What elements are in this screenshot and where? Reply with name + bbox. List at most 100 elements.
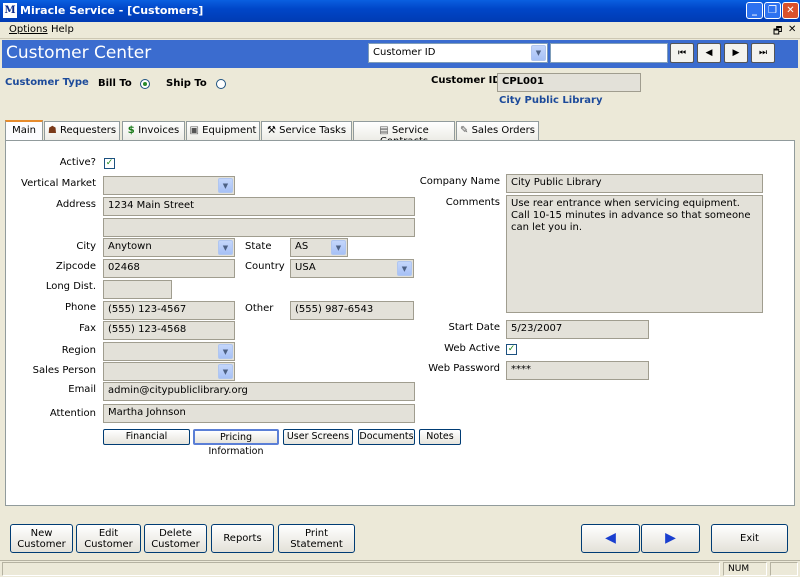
start-date-field[interactable]: 5/23/2007 bbox=[506, 320, 649, 339]
user-screens-button[interactable]: User Screens bbox=[283, 429, 353, 445]
tab-label: Main bbox=[12, 125, 36, 136]
tab-equipment[interactable]: ▣ Equipment bbox=[186, 121, 260, 141]
phone-field[interactable]: (555) 123-4567 bbox=[103, 301, 235, 320]
attention-field[interactable]: Martha Johnson bbox=[103, 404, 415, 423]
ship-to-label: Ship To bbox=[166, 78, 207, 89]
next-record-button[interactable]: ▶ bbox=[724, 43, 748, 63]
address2-field[interactable] bbox=[103, 218, 415, 237]
web-password-label: Web Password bbox=[428, 363, 500, 374]
financial-button[interactable]: Financial bbox=[103, 429, 190, 445]
web-password-field[interactable]: **** bbox=[506, 361, 649, 380]
tab-service-contracts[interactable]: ▤ Service Contracts bbox=[353, 121, 455, 147]
long-dist-field[interactable] bbox=[103, 280, 172, 299]
last-record-button[interactable]: ⏭ bbox=[751, 43, 775, 63]
comments-textarea[interactable]: Use rear entrance when servicing equipme… bbox=[506, 195, 763, 313]
tab-label: Service Tasks bbox=[279, 125, 347, 136]
edit-customer-button[interactable]: Edit Customer bbox=[76, 524, 141, 553]
search-field-select[interactable]: Customer ID ▼ bbox=[368, 43, 548, 63]
menu-bar: Options Help 🗗 ✕ bbox=[0, 22, 800, 39]
tab-label: Requesters bbox=[60, 125, 117, 136]
mdi-close-icon[interactable]: ✕ bbox=[788, 24, 796, 35]
company-name-field[interactable]: City Public Library bbox=[506, 174, 763, 193]
bill-to-label: Bill To bbox=[98, 78, 132, 89]
close-button[interactable]: ✕ bbox=[782, 2, 799, 19]
country-select[interactable]: USA ▼ bbox=[290, 259, 414, 278]
forward-arrow-button[interactable]: ▶ bbox=[641, 524, 700, 553]
contract-icon: ▤ bbox=[379, 125, 392, 136]
country-label: Country bbox=[245, 261, 285, 272]
chevron-down-icon[interactable]: ▼ bbox=[218, 364, 233, 379]
tab-label: Equipment bbox=[202, 125, 257, 136]
customer-id-field[interactable]: CPL001 bbox=[497, 73, 641, 92]
chevron-down-icon[interactable]: ▼ bbox=[531, 45, 546, 61]
long-dist-label: Long Dist. bbox=[45, 281, 96, 292]
previous-record-button[interactable]: ◀ bbox=[697, 43, 721, 63]
vertical-market-label: Vertical Market bbox=[21, 178, 96, 189]
pricing-information-button[interactable]: Pricing Information bbox=[193, 429, 279, 457]
tab-sales-orders[interactable]: ✎ Sales Orders bbox=[456, 121, 539, 141]
chevron-down-icon[interactable]: ▼ bbox=[331, 240, 346, 255]
equipment-icon: ▣ bbox=[189, 125, 203, 136]
tab-invoices[interactable]: $ Invoices bbox=[122, 121, 185, 141]
company-name-label: Company Name bbox=[419, 176, 500, 187]
ship-to-radio[interactable] bbox=[216, 79, 226, 89]
chevron-down-icon[interactable]: ▼ bbox=[397, 261, 412, 276]
tab-label: Invoices bbox=[138, 125, 180, 136]
customer-id-label: Customer ID bbox=[431, 75, 501, 86]
arrow-left-icon: ◀ bbox=[605, 530, 616, 546]
address1-field[interactable]: 1234 Main Street bbox=[103, 197, 415, 216]
chevron-down-icon[interactable]: ▼ bbox=[218, 178, 233, 193]
num-lock-indicator: NUM bbox=[723, 562, 767, 576]
address-label: Address bbox=[56, 199, 96, 210]
region-select[interactable]: ▼ bbox=[103, 342, 235, 361]
restore-button[interactable]: ❐ bbox=[764, 2, 781, 19]
zip-field[interactable]: 02468 bbox=[103, 259, 235, 278]
first-record-button[interactable]: ⏮ bbox=[670, 43, 694, 63]
tab-label: Sales Orders bbox=[471, 125, 535, 136]
menu-help[interactable]: Help bbox=[51, 24, 74, 35]
start-date-label: Start Date bbox=[448, 322, 500, 333]
bill-to-radio[interactable] bbox=[140, 79, 150, 89]
menu-options[interactable]: Options bbox=[9, 24, 48, 35]
header-bar: Customer Center Customer ID ▼ ⏮ ◀ ▶ ⏭ bbox=[2, 40, 798, 68]
people-icon: ☗ bbox=[47, 125, 61, 136]
customer-name-display: City Public Library bbox=[499, 95, 603, 106]
active-checkbox[interactable]: ✓ bbox=[104, 158, 115, 169]
customer-type-label: Customer Type bbox=[5, 77, 89, 88]
new-customer-button[interactable]: New Customer bbox=[10, 524, 73, 553]
delete-customer-button[interactable]: Delete Customer bbox=[144, 524, 207, 553]
documents-button[interactable]: Documents bbox=[358, 429, 415, 445]
status-message-pane bbox=[2, 562, 720, 576]
active-label: Active? bbox=[59, 157, 96, 168]
fax-field[interactable]: (555) 123-4568 bbox=[103, 321, 235, 340]
tab-requesters[interactable]: ☗ Requesters bbox=[44, 121, 120, 141]
vertical-market-select[interactable]: ▼ bbox=[103, 176, 235, 195]
exit-button[interactable]: Exit bbox=[711, 524, 788, 553]
state-select[interactable]: AS ▼ bbox=[290, 238, 348, 257]
web-active-checkbox[interactable]: ✓ bbox=[506, 344, 517, 355]
back-arrow-button[interactable]: ◀ bbox=[581, 524, 640, 553]
arrow-right-icon: ▶ bbox=[665, 530, 676, 546]
state-value: AS bbox=[295, 241, 309, 252]
print-statement-button[interactable]: Print Statement bbox=[278, 524, 355, 553]
sales-person-select[interactable]: ▼ bbox=[103, 362, 235, 381]
mdi-restore-icon[interactable]: 🗗 bbox=[773, 24, 782, 41]
reports-button[interactable]: Reports bbox=[211, 524, 274, 553]
city-select[interactable]: Anytown ▼ bbox=[103, 238, 235, 257]
chevron-down-icon[interactable]: ▼ bbox=[218, 240, 233, 255]
other-phone-field[interactable]: (555) 987-6543 bbox=[290, 301, 414, 320]
minimize-button[interactable]: _ bbox=[746, 2, 763, 19]
zip-label: Zipcode bbox=[55, 261, 96, 272]
tab-main[interactable]: Main bbox=[5, 120, 43, 142]
fax-label: Fax bbox=[79, 323, 96, 334]
country-value: USA bbox=[295, 262, 316, 273]
state-label: State bbox=[245, 241, 272, 252]
tab-strip: Main ☗ Requesters $ Invoices ▣ Equipment… bbox=[5, 120, 795, 147]
chevron-down-icon[interactable]: ▼ bbox=[218, 344, 233, 359]
search-input[interactable] bbox=[550, 43, 668, 63]
notes-button[interactable]: Notes bbox=[419, 429, 461, 445]
email-field[interactable]: admin@citypubliclibrary.org bbox=[103, 382, 415, 401]
title-bar: M Miracle Service - [Customers] _ ❐ ✕ bbox=[0, 0, 800, 22]
status-pane bbox=[770, 562, 798, 576]
tab-service-tasks[interactable]: ⚒ Service Tasks bbox=[261, 121, 352, 141]
